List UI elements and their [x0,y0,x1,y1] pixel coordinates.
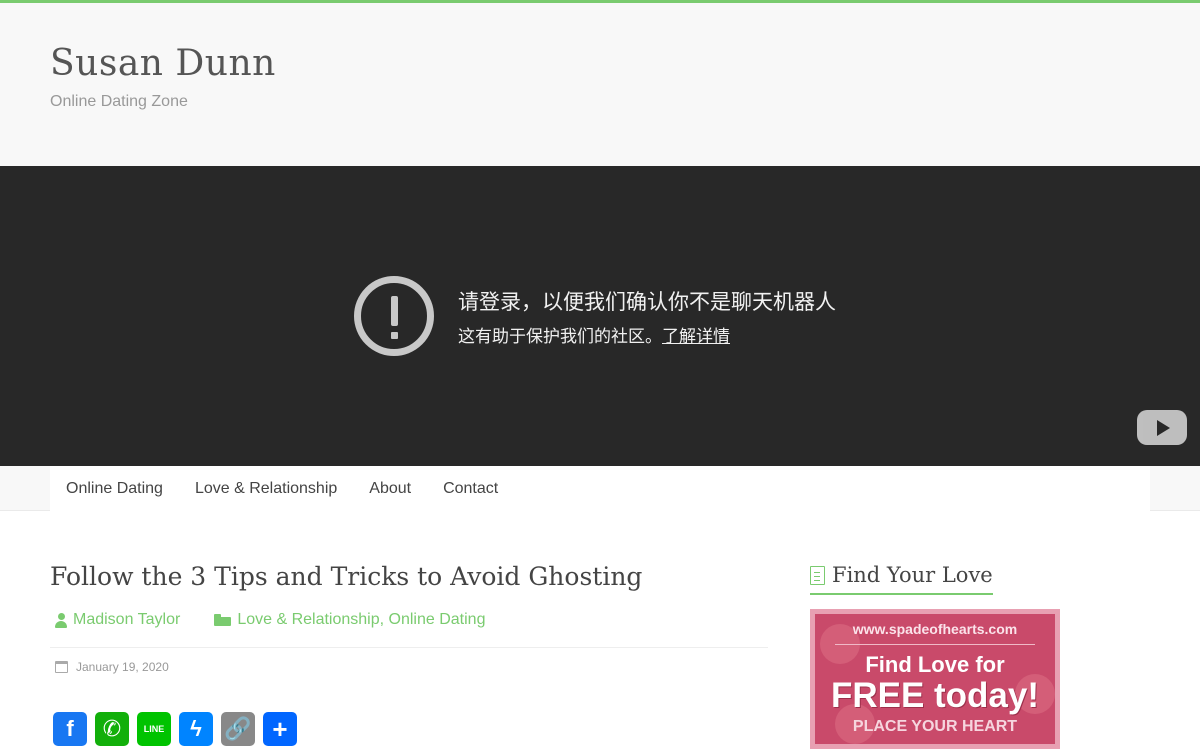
user-icon [55,612,67,628]
site-title[interactable]: Susan Dunn [50,43,276,84]
warning-icon [354,276,434,356]
post-title[interactable]: Follow the 3 Tips and Tricks to Avoid Gh… [50,562,642,591]
learn-more-link[interactable]: 了解详情 [662,327,730,347]
nav-bar: Online Dating Love & Relationship About … [50,466,1150,511]
share-buttons: f ✆ LINE ϟ 🔗 + [53,712,297,746]
calendar-icon [55,661,68,673]
nav-item-love-relationship[interactable]: Love & Relationship [195,480,337,498]
ad-divider [835,644,1035,645]
nav-item-about[interactable]: About [369,480,411,498]
line-share-button[interactable]: LINE [137,712,171,746]
nav-item-contact[interactable]: Contact [443,480,498,498]
ad-headline-1: Find Love for [865,652,1005,677]
video-sub-text: 这有助于保护我们的社区。 [458,327,662,347]
ad-url: www.spadeofhearts.com [852,621,1018,637]
nav-item-online-dating[interactable]: Online Dating [66,480,163,498]
post-date-row: January 19, 2020 [55,660,169,674]
post-meta: Madison Taylor Love & Relationship, Onli… [55,611,485,629]
copy-link-button[interactable]: 🔗 [221,712,255,746]
video-sign-in-message: 请登录，以便我们确认你不是聊天机器人 [458,290,836,314]
widget-title-text: Find Your Love [832,563,993,587]
widget-title: Find Your Love [810,563,993,595]
meta-divider [50,647,768,648]
embedded-video[interactable]: 请登录，以便我们确认你不是聊天机器人 这有助于保护我们的社区。了解详情 [0,166,1200,466]
facebook-share-button[interactable]: f [53,712,87,746]
folder-icon [214,614,232,626]
post-date[interactable]: January 19, 2020 [76,660,169,674]
document-icon [810,565,825,585]
messenger-share-button[interactable]: ϟ [179,712,213,746]
ad-banner[interactable]: www.spadeofhearts.com Find Love for FREE… [810,609,1060,749]
youtube-icon[interactable] [1137,410,1187,445]
post-author-link[interactable]: Madison Taylor [73,611,180,629]
site-header: Susan Dunn Online Dating Zone [0,3,1200,166]
share-button[interactable]: + [263,712,297,746]
site-tagline: Online Dating Zone [50,93,188,110]
video-sub-message: 这有助于保护我们的社区。了解详情 [458,322,730,347]
main-navigation: Online Dating Love & Relationship About … [0,466,1200,511]
ad-headline-2: FREE today! [830,676,1040,715]
post-categories-links[interactable]: Love & Relationship, Online Dating [237,611,485,629]
ad-headline-3: PLACE YOUR HEART [852,718,1018,735]
whatsapp-share-button[interactable]: ✆ [95,712,129,746]
